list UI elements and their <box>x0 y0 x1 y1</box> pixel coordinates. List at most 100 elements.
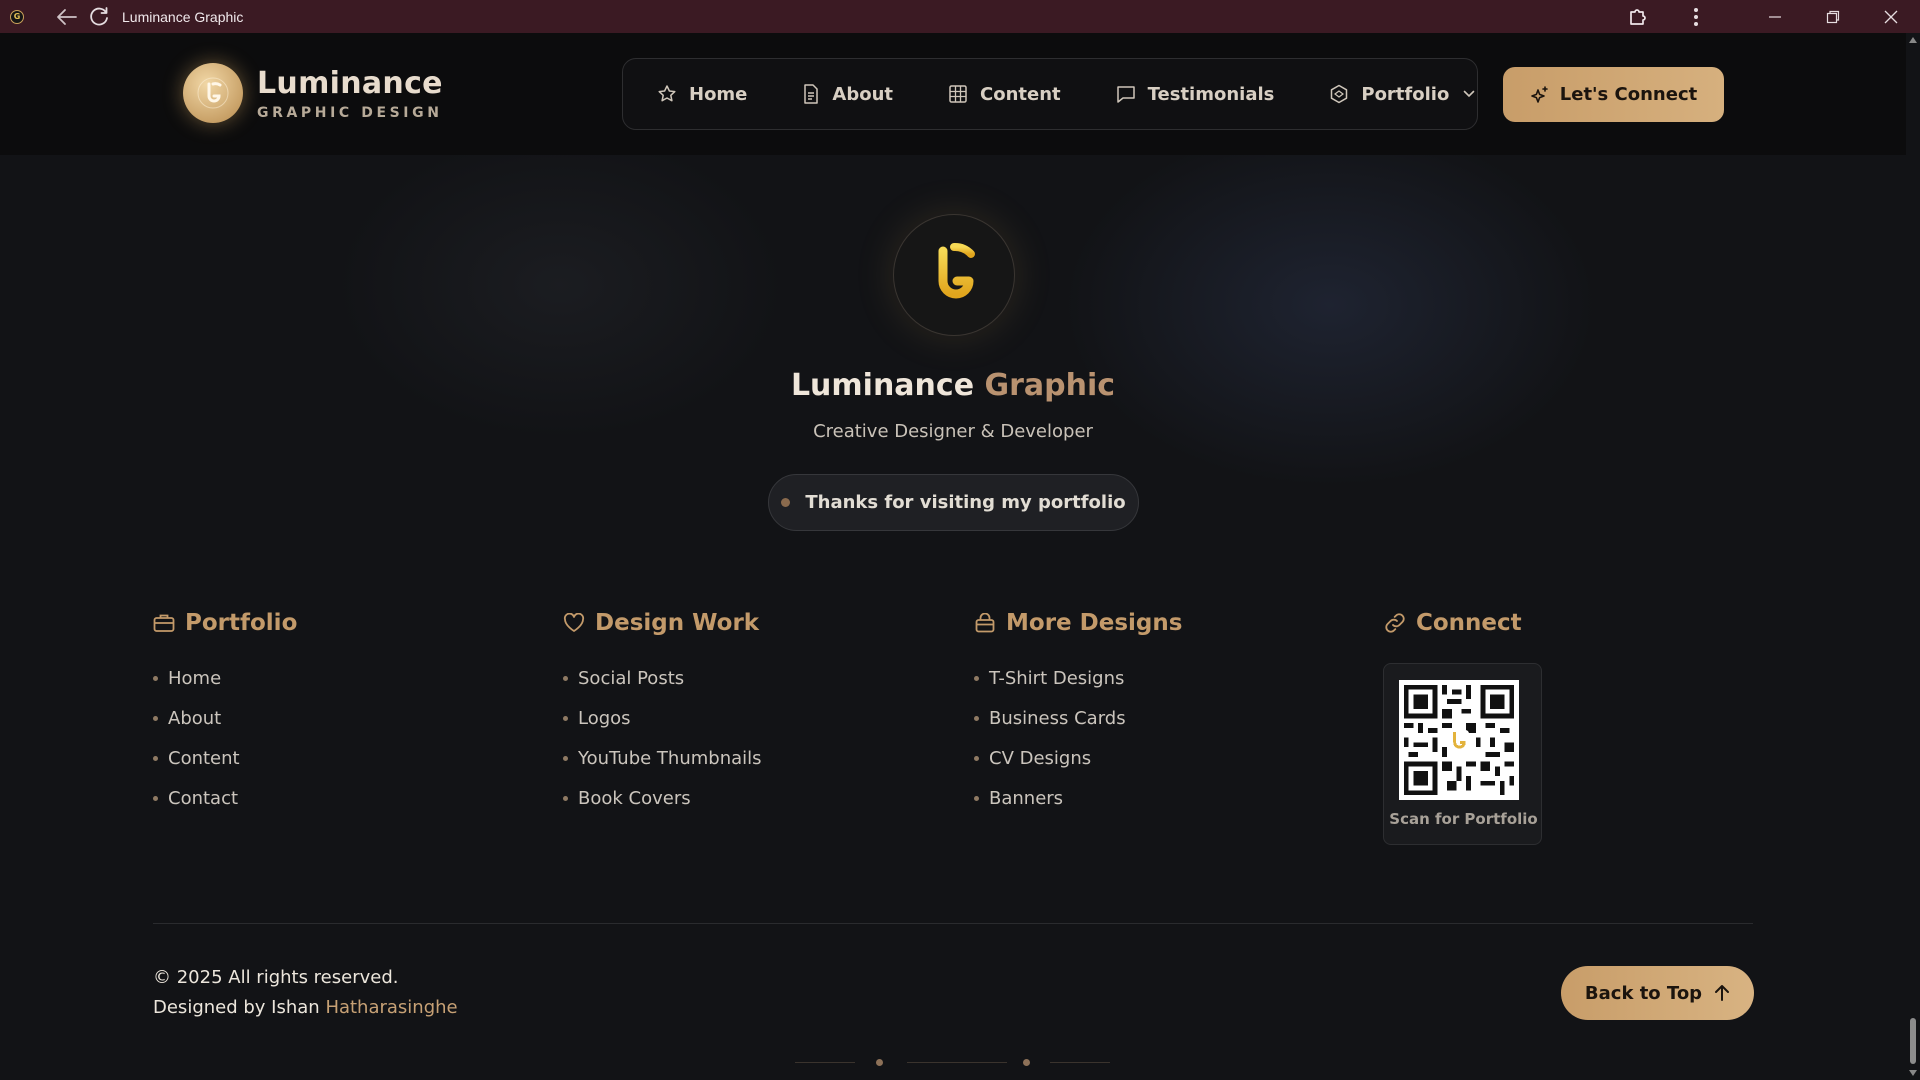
footer-title: Luminance Graphic <box>0 368 1906 403</box>
minimize-icon <box>1769 15 1781 18</box>
star-icon <box>658 85 676 102</box>
footer-subtitle: Creative Designer & Developer <box>813 421 1093 442</box>
sparkles-icon <box>1530 85 1548 103</box>
scroll-down-icon[interactable] <box>1909 1070 1917 1076</box>
footer-link-label: CV Designs <box>989 747 1092 769</box>
qr-label: Scan for Portfolio <box>1389 810 1538 828</box>
restore-button[interactable] <box>1804 2 1862 32</box>
scroll-thumb[interactable] <box>1910 1018 1916 1064</box>
nav-testimonials[interactable]: Testimonials <box>1116 83 1275 105</box>
footer-link-banners[interactable]: Banners <box>974 778 1182 818</box>
document-icon <box>804 84 819 104</box>
footer-link-youtube-thumbnails[interactable]: YouTube Thumbnails <box>563 738 762 778</box>
main-nav: Home About Content Testimonials Portfoli… <box>622 58 1478 130</box>
decor-line <box>795 1062 855 1063</box>
close-window-button[interactable] <box>1862 2 1920 32</box>
more-designs-heading: More Designs <box>974 610 1182 636</box>
hexagon-icon <box>1331 84 1348 104</box>
back-to-top-button[interactable]: Back to Top <box>1561 966 1754 1020</box>
connect-heading: Connect <box>1384 610 1522 636</box>
bullet-icon <box>563 795 568 801</box>
footer-link-business-cards[interactable]: Business Cards <box>974 698 1182 738</box>
footer-link-cv-designs[interactable]: CV Designs <box>974 738 1182 778</box>
footer-logo-icon <box>893 214 1015 336</box>
nav-portfolio[interactable]: Portfolio <box>1329 84 1475 105</box>
nav-home[interactable]: Home <box>657 84 747 105</box>
connect-column: Connect <box>1384 610 1522 636</box>
browser-title-bar: G Luminance Graphic <box>0 0 1920 33</box>
design-work-heading: Design Work <box>563 610 762 636</box>
designer-surname[interactable]: Hatharasinghe <box>325 997 457 1018</box>
reload-button[interactable] <box>84 2 114 32</box>
browser-menu-button[interactable] <box>1676 2 1716 32</box>
footer-link-contact[interactable]: Contact <box>153 778 297 818</box>
bullet-icon <box>563 755 568 761</box>
nav-home-label: Home <box>689 83 748 105</box>
lets-connect-label: Let's Connect <box>1559 84 1698 105</box>
heart-icon <box>563 613 585 632</box>
footer-link-label: Banners <box>989 787 1064 809</box>
extensions-button[interactable] <box>1618 2 1658 32</box>
footer-title-part2: Graphic <box>984 368 1116 403</box>
arrow-up-icon <box>1715 985 1730 1001</box>
bag-icon <box>975 613 995 633</box>
footer-link-label: YouTube Thumbnails <box>578 747 762 769</box>
message-icon <box>1116 86 1135 103</box>
design-work-column: Design Work Social Posts Logos YouTube T… <box>563 610 762 818</box>
bullet-icon <box>974 675 979 681</box>
footer-link-content[interactable]: Content <box>153 738 297 778</box>
bullet-icon <box>974 715 979 721</box>
footer-link-logos[interactable]: Logos <box>563 698 762 738</box>
thanks-pill-text: Thanks for visiting my portfolio <box>805 492 1126 513</box>
brand[interactable]: Luminance GRAPHIC DESIGN <box>183 63 443 123</box>
nav-about[interactable]: About <box>802 84 893 105</box>
tab-title: Luminance Graphic <box>122 8 244 25</box>
nav-testimonials-label: Testimonials <box>1147 83 1275 105</box>
chevron-down-icon <box>1464 90 1475 98</box>
lets-connect-button[interactable]: Let's Connect <box>1503 67 1724 122</box>
bullet-icon <box>153 755 158 761</box>
bullet-icon <box>563 715 568 721</box>
minimize-button[interactable] <box>1746 2 1804 32</box>
status-dot-icon <box>781 498 791 507</box>
footer-link-book-covers[interactable]: Book Covers <box>563 778 762 818</box>
footer-link-home[interactable]: Home <box>153 658 297 698</box>
footer-link-label: Social Posts <box>578 667 685 689</box>
nav-content-label: Content <box>980 83 1061 105</box>
connect-heading-label: Connect <box>1416 610 1522 636</box>
footer-link-label: Logos <box>578 707 631 729</box>
portfolio-heading-label: Portfolio <box>185 610 298 636</box>
restore-icon <box>1826 10 1840 23</box>
footer-link-label: About <box>168 707 222 729</box>
footer-title-part1: Luminance <box>790 368 975 403</box>
footer-link-about[interactable]: About <box>153 698 297 738</box>
back-to-top-label: Back to Top <box>1584 982 1703 1004</box>
bullet-icon <box>974 755 979 761</box>
footer-link-tshirt-designs[interactable]: T-Shirt Designs <box>974 658 1182 698</box>
site-header: Luminance GRAPHIC DESIGN Home About Cont… <box>0 33 1906 155</box>
back-button[interactable] <box>52 2 82 32</box>
more-vertical-icon <box>1694 7 1698 26</box>
scroll-up-icon[interactable] <box>1909 37 1917 43</box>
footer-link-social-posts[interactable]: Social Posts <box>563 658 762 698</box>
designed-by: Designed by Ishan Hatharasinghe <box>153 993 458 1023</box>
footer-divider <box>153 923 1753 924</box>
reload-icon <box>90 6 108 25</box>
nav-portfolio-label: Portfolio <box>1361 83 1450 105</box>
brand-tagline: GRAPHIC DESIGN <box>257 104 443 121</box>
brand-logo-icon <box>183 63 243 123</box>
more-designs-column: More Designs T-Shirt Designs Business Ca… <box>974 610 1182 818</box>
footer-link-label: Content <box>168 747 240 769</box>
page-scrollbar[interactable] <box>1906 33 1920 1080</box>
thanks-pill: Thanks for visiting my portfolio <box>768 474 1139 531</box>
qr-code-icon <box>1399 680 1519 800</box>
decor-line <box>907 1062 1007 1063</box>
nav-content[interactable]: Content <box>948 84 1061 105</box>
footer-link-label: Book Covers <box>578 787 691 809</box>
footer-link-label: Contact <box>168 787 239 809</box>
design-work-heading-label: Design Work <box>595 610 760 636</box>
qr-card[interactable]: Scan for Portfolio <box>1383 663 1542 845</box>
decor-dot <box>1023 1059 1030 1066</box>
designed-by-prefix: Designed by Ishan <box>153 997 320 1018</box>
footer-link-label: T-Shirt Designs <box>989 667 1125 689</box>
